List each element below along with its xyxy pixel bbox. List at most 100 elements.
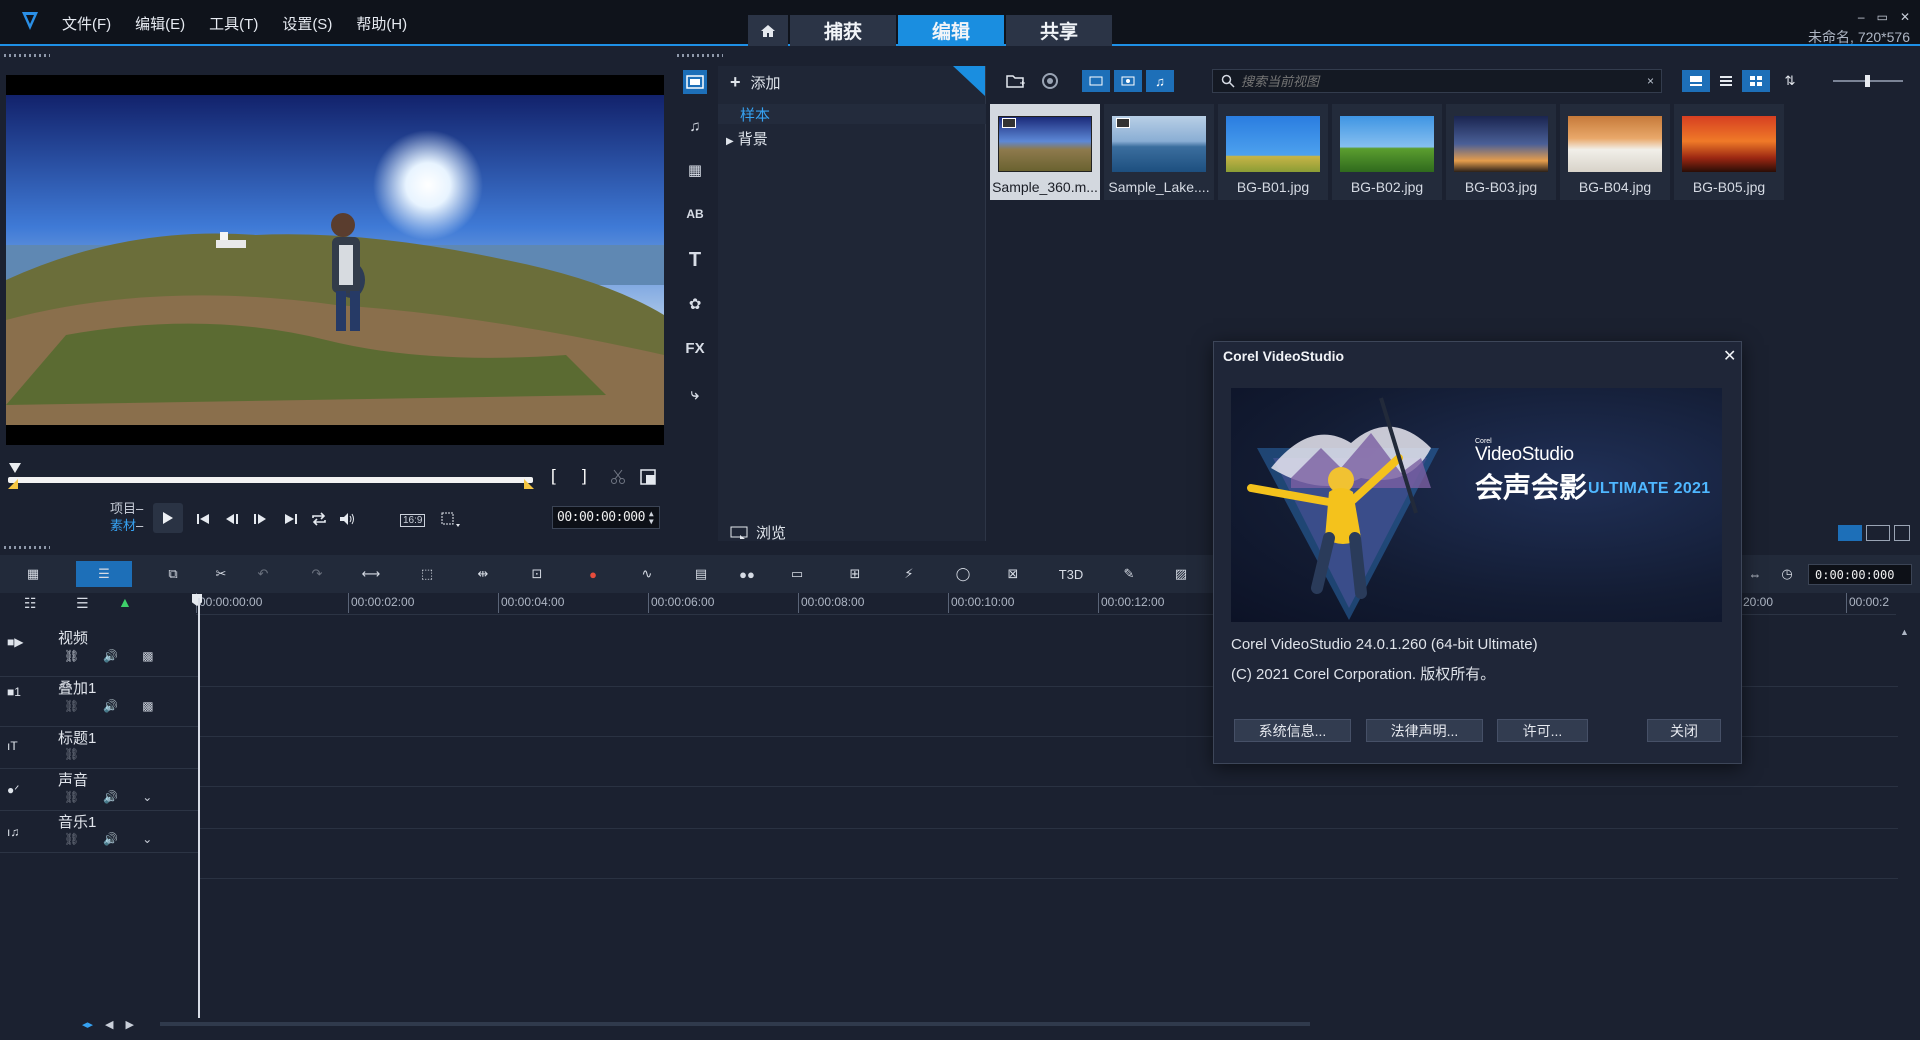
thumb-item[interactable]: Sample_Lake.... — [1104, 104, 1214, 200]
show-videos-icon[interactable] — [1082, 70, 1110, 92]
mute-icon[interactable]: 🔊 — [103, 832, 118, 846]
preview-timecode[interactable]: 00:00:00:000 ▲ ▼ — [552, 506, 660, 529]
expand-icon[interactable]: ▶ — [726, 136, 734, 147]
track-title[interactable]: ıT 标题1 ⛓ — [0, 727, 198, 769]
search-input[interactable] — [1241, 73, 1641, 89]
go-to-end-icon[interactable] — [282, 510, 300, 528]
show-photos-icon[interactable] — [1114, 70, 1142, 92]
painting-icon[interactable]: ✎ — [1116, 561, 1142, 587]
repeat-icon[interactable] — [310, 510, 328, 528]
timeline-timecode[interactable]: 0:00:00:000 — [1808, 564, 1912, 585]
home-tab[interactable] — [748, 15, 788, 46]
add-track-icon[interactable]: ▲ — [118, 594, 132, 610]
close-button[interactable]: 关闭 — [1647, 719, 1721, 742]
tree-item-background[interactable]: ▶ 背景 — [726, 128, 768, 149]
menu-edit[interactable]: 编辑(E) — [135, 13, 185, 34]
video-preview[interactable] — [6, 75, 664, 445]
thumbnail-size-slider[interactable] — [1833, 75, 1903, 87]
screen-record-icon[interactable]: ▨ — [1168, 561, 1194, 587]
show-audio-icon[interactable]: ♫ — [1146, 70, 1174, 92]
mark-out-button[interactable]: ] — [582, 466, 587, 486]
thumb-item[interactable]: BG-B05.jpg — [1674, 104, 1784, 200]
split-view-icon[interactable] — [1866, 525, 1890, 541]
preview-mode-selector[interactable]: 项目– 素材– — [110, 500, 143, 534]
title-icon[interactable]: AB — [683, 202, 707, 226]
aspect-ratio-button[interactable]: 16:9 — [400, 514, 426, 527]
instant-project-icon[interactable]: ♫ — [683, 114, 707, 138]
tools-icon[interactable]: ✂ — [208, 561, 234, 587]
track-options-icon[interactable]: ☰ — [76, 595, 89, 612]
subtitle-editor-icon[interactable]: ▭ — [784, 561, 810, 587]
panel-grip[interactable] — [4, 54, 50, 57]
timeline-vertical-scrollbar[interactable]: ▲ — [1900, 622, 1914, 1022]
menu-file[interactable]: 文件(F) — [62, 13, 111, 34]
expand-track-icon[interactable]: ⌄ — [142, 832, 152, 846]
timeline-view-icon[interactable]: ☰ — [76, 561, 132, 587]
split-icon[interactable]: ⇹ — [470, 561, 496, 587]
playback-scrubber[interactable] — [8, 463, 534, 493]
track-overlay[interactable]: ■1 叠加1 ⛓ 🔊 ▩ — [0, 677, 198, 727]
browse-button[interactable]: 浏览 — [730, 522, 786, 543]
system-info-button[interactable]: 系统信息... — [1234, 719, 1351, 742]
lane-voice[interactable] — [200, 787, 1898, 829]
restore-icon[interactable]: ▭ — [1877, 10, 1888, 24]
auto-music-icon[interactable]: ▤ — [688, 561, 714, 587]
library-grip[interactable] — [677, 54, 723, 57]
link-icon[interactable]: ⛓ — [64, 747, 79, 761]
scroll-right-icon[interactable]: ▶ — [126, 1018, 134, 1031]
tree-item-sample[interactable]: 样本 — [718, 104, 986, 124]
fit-to-timeline-icon[interactable]: ⟷ — [358, 561, 384, 587]
link-icon[interactable]: ⛓ — [64, 790, 79, 804]
undo-icon[interactable]: ↶ — [250, 561, 276, 587]
trim-icon[interactable]: ⬚ — [414, 561, 440, 587]
tab-edit[interactable]: 编辑 — [898, 15, 1004, 46]
pan-zoom-icon[interactable]: ◯ — [950, 561, 976, 587]
graphics-icon[interactable]: ✿ — [683, 292, 707, 316]
thumb-item[interactable]: Sample_360.m... — [990, 104, 1100, 200]
crop-tool-icon[interactable] — [440, 511, 462, 529]
ripple-edit-icon[interactable]: ⊡ — [524, 561, 550, 587]
import-folder-icon[interactable] — [1002, 70, 1030, 92]
view-list-icon[interactable] — [1712, 70, 1740, 92]
motion-icon[interactable]: ⚡ — [896, 561, 922, 587]
scroll-left-icon[interactable]: ◀ — [105, 1018, 113, 1031]
slider-knob[interactable] — [1865, 75, 1870, 87]
motion-tracking-icon[interactable]: ●● — [734, 561, 760, 587]
view-grid-icon[interactable] — [1742, 70, 1770, 92]
grid-icon[interactable]: ▩ — [142, 649, 153, 663]
thumb-item[interactable]: BG-B03.jpg — [1446, 104, 1556, 200]
add-folder-button[interactable]: + 添加 — [730, 72, 781, 93]
go-to-start-icon[interactable] — [194, 510, 212, 528]
pin-icon[interactable] — [953, 66, 985, 96]
text-icon[interactable]: T — [683, 248, 707, 272]
track-manager-icon[interactable]: ⧉ — [160, 561, 186, 587]
timeline-horizontal-scrollbar[interactable] — [160, 1022, 1310, 1026]
view-thumbnails-icon[interactable] — [1682, 70, 1710, 92]
link-icon[interactable]: ⛓ — [64, 699, 79, 713]
scrub-track[interactable] — [8, 477, 533, 483]
3d-title-icon[interactable]: T3D — [1054, 561, 1088, 587]
multi-camera-icon[interactable]: ⊞ — [842, 561, 868, 587]
split-clip-icon[interactable] — [610, 469, 626, 485]
grid-icon[interactable]: ▩ — [142, 699, 153, 713]
tab-capture[interactable]: 捕获 — [790, 15, 896, 46]
legal-notice-button[interactable]: 法律声明... — [1366, 719, 1483, 742]
menu-settings[interactable]: 设置(S) — [282, 13, 332, 34]
minimize-icon[interactable]: – — [1858, 10, 1865, 24]
thumb-item[interactable]: BG-B02.jpg — [1332, 104, 1442, 200]
track-video[interactable]: ■▶ 视频 ⛓ 🔊 ▩ — [0, 627, 198, 677]
media-icon[interactable] — [683, 70, 707, 94]
mode-project[interactable]: 项目 — [110, 501, 136, 516]
edit-panel-icon[interactable] — [1894, 525, 1910, 541]
close-window-icon[interactable]: ✕ — [1900, 10, 1910, 24]
track-list-icon[interactable]: ☷ — [24, 595, 37, 612]
timecode-spinner-icon[interactable]: ▲ ▼ — [649, 509, 654, 526]
path-icon[interactable]: ⤷ — [683, 382, 707, 406]
record-capture-icon[interactable] — [1036, 70, 1064, 92]
transition-icon[interactable]: ▦ — [683, 158, 707, 182]
expand-track-icon[interactable]: ⌄ — [142, 790, 152, 804]
mute-icon[interactable]: 🔊 — [103, 649, 118, 663]
library-search[interactable]: × — [1212, 69, 1662, 93]
sort-icon[interactable]: ⇅ — [1776, 70, 1804, 92]
record-icon[interactable]: ● — [580, 561, 606, 587]
